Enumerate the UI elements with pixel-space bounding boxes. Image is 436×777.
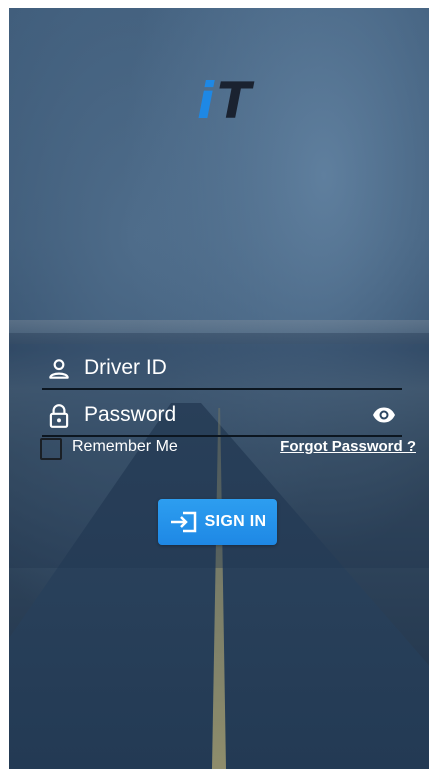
sign-in-button[interactable]: SIGN IN bbox=[158, 499, 277, 545]
remember-me-label: Remember Me bbox=[72, 438, 178, 455]
person-icon bbox=[49, 359, 69, 379]
driver-id-input[interactable] bbox=[84, 356, 354, 380]
remember-me-checkbox[interactable] bbox=[40, 438, 62, 460]
sign-in-icon bbox=[170, 511, 196, 533]
forgot-password-link[interactable]: Forgot Password ? bbox=[280, 438, 416, 455]
logo-letter-i: i bbox=[197, 72, 215, 130]
password-field[interactable] bbox=[42, 395, 402, 437]
eye-icon[interactable] bbox=[372, 403, 396, 427]
remember-me-row[interactable]: Remember Me bbox=[40, 437, 220, 463]
password-input[interactable] bbox=[84, 403, 354, 427]
logo-letter-t: T bbox=[217, 72, 252, 130]
sign-in-label: SIGN IN bbox=[204, 513, 267, 530]
lock-icon bbox=[49, 404, 69, 428]
driver-id-field[interactable] bbox=[42, 348, 402, 390]
app-logo: i T bbox=[195, 72, 265, 126]
